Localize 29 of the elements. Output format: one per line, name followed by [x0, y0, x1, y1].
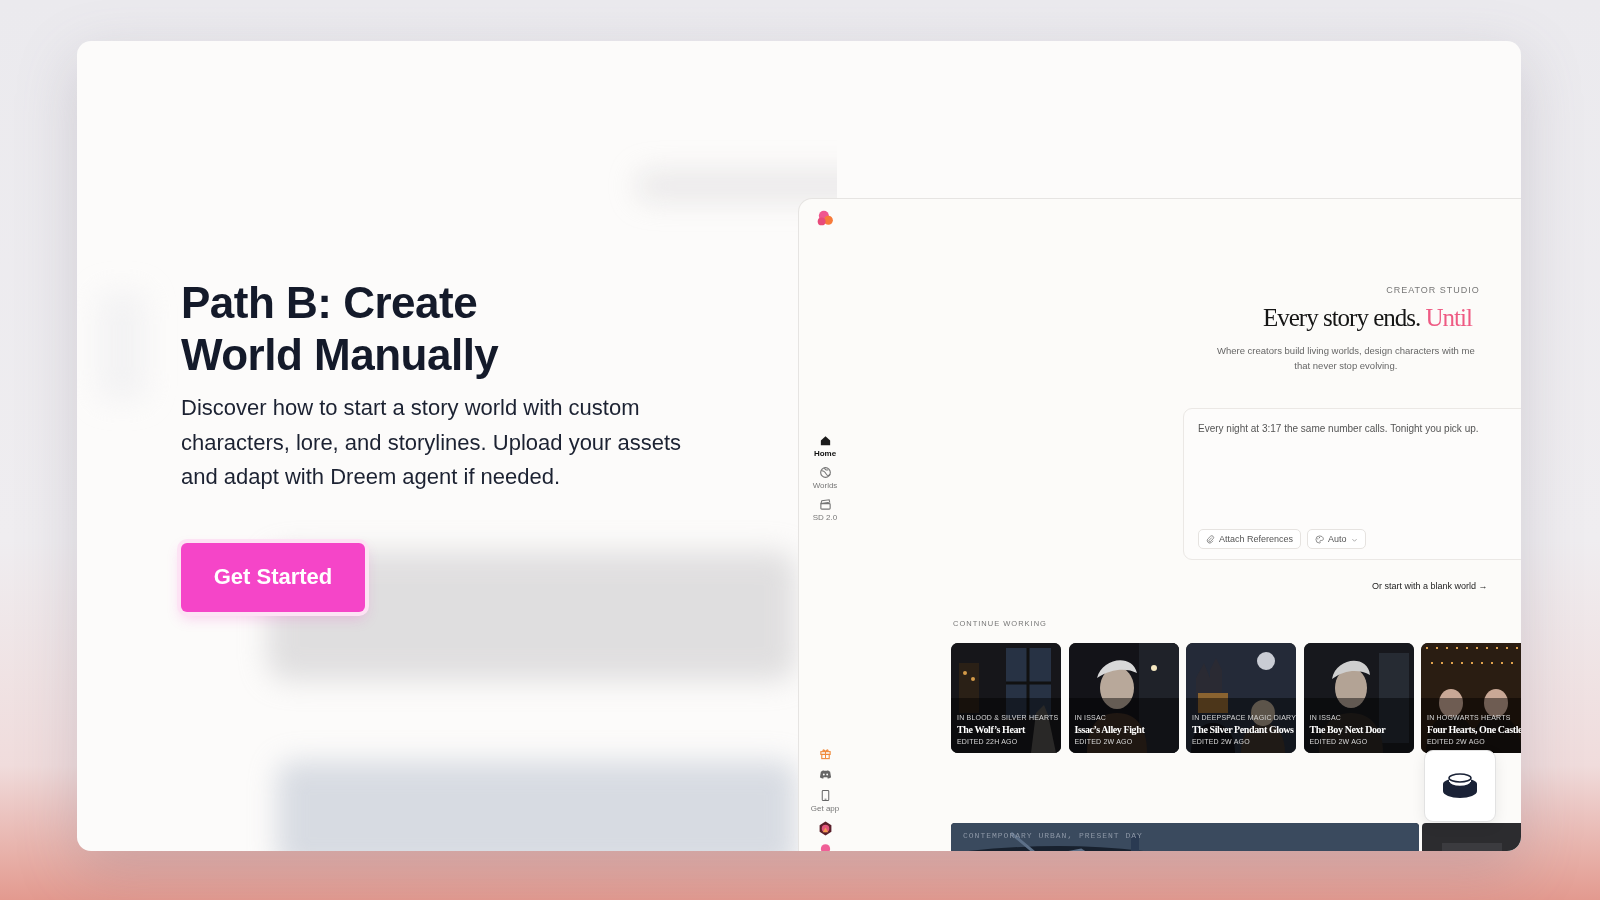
hero-title: Path B: Create World Manually — [181, 277, 500, 381]
get-app-button[interactable]: Get app — [810, 789, 840, 813]
sidebar-item[interactable]: Home — [812, 434, 838, 458]
style-dropdown[interactable]: Auto — [1307, 529, 1366, 549]
paperclip-icon — [1206, 534, 1215, 544]
home-icon — [818, 434, 832, 447]
blank-world-link[interactable]: Or start with a blank world → — [1372, 581, 1488, 591]
story-title: Four Hearts, One Castle — [1427, 724, 1521, 736]
attach-references-button[interactable]: Attach References — [1198, 529, 1302, 549]
discord-icon[interactable] — [818, 768, 832, 781]
logo-icon — [816, 209, 834, 227]
floating-button[interactable] — [1424, 750, 1496, 822]
story-title: The Boy Next Door — [1309, 724, 1386, 736]
profile-icon — [818, 844, 832, 851]
eyebrow-label: CREATOR STUDIO — [1386, 285, 1480, 295]
avatar-icon[interactable] — [817, 821, 833, 836]
hero-description: Discover how to start a story world with custom characters, lore, and storylines. Upload your assets and adapt with Dreem agent if needed. — [181, 394, 683, 491]
banner-label: CONTEMPORARY URBAN, PRESENT DAY — [963, 831, 1143, 840]
prompt-field[interactable]: Every night at 3:17 the same number calls. Tonight you pick up. Attach References Auto — [1183, 408, 1521, 560]
clapperboard-icon — [818, 498, 832, 511]
palette-icon — [1315, 534, 1325, 544]
story-title: Issac’s Alley Fight — [1074, 724, 1145, 736]
story-title: The Wolf’s Heart — [957, 724, 1026, 736]
subtitle: Where creators build living worlds, design characters with me that never stop evolving. — [1217, 344, 1475, 373]
headline: Every story ends. Until — [1263, 303, 1472, 333]
story-title: The Silver Pendant Glows — [1192, 724, 1294, 736]
globe-icon — [818, 466, 832, 479]
sidebar-item[interactable]: SD 2.0 — [812, 498, 838, 522]
sidebar-item[interactable]: Worlds — [812, 466, 838, 490]
